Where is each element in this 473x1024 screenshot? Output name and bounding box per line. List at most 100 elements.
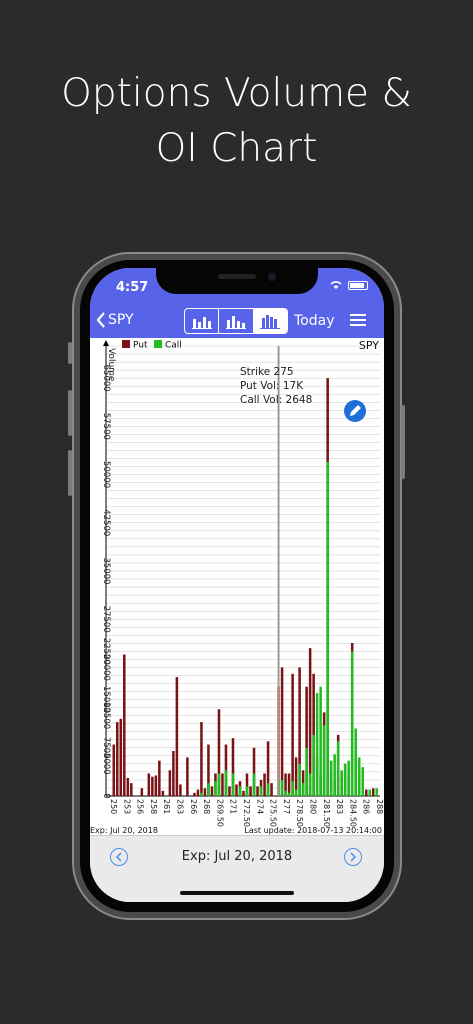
- power-button: [401, 405, 405, 479]
- status-time: 4:57: [116, 280, 149, 295]
- y-tick-label: 42500: [101, 509, 111, 536]
- call-bar: [322, 725, 326, 796]
- call-bar: [252, 773, 256, 796]
- put-bar: [249, 786, 252, 796]
- chevron-left-icon: [96, 312, 105, 328]
- app-screen: 4:57 SPY Today 0 5000 7500 12500 15000 20000 2…: [90, 268, 384, 902]
- notch: [156, 268, 318, 294]
- volume-up-button: [68, 390, 72, 436]
- x-tick-label: 258: [149, 799, 158, 814]
- stacked-bar-icon: [225, 316, 246, 329]
- status-icons: [329, 280, 368, 290]
- put-bar: [130, 783, 133, 796]
- call-bar: [357, 757, 361, 796]
- call-bar: [238, 786, 242, 796]
- bar-chart-option[interactable]: [185, 309, 220, 333]
- call-bar: [336, 741, 340, 796]
- call-bar: [200, 792, 203, 796]
- call-bar: [291, 781, 294, 796]
- x-tick-label: 263: [176, 799, 185, 814]
- put-bar: [291, 673, 294, 796]
- call-bar: [354, 728, 357, 796]
- call-bar: [340, 770, 343, 796]
- tooltip-strike: Strike 275: [240, 366, 294, 378]
- put-bar: [210, 786, 214, 796]
- list-icon[interactable]: [350, 314, 366, 326]
- home-indicator: [180, 891, 294, 895]
- chart-type-segmented-control[interactable]: [184, 308, 288, 334]
- y-axis-label: Volume: [106, 348, 116, 382]
- put-bar: [119, 718, 123, 796]
- call-bar: [305, 747, 308, 796]
- put-bar: [116, 722, 119, 796]
- mute-switch: [68, 342, 72, 364]
- bottom-bar: Exp: Jul 20, 2018: [90, 835, 384, 902]
- put-bar: [172, 751, 175, 796]
- call-bar: [343, 763, 347, 796]
- put-bar: [147, 773, 151, 796]
- tooltip-call-vol: Call Vol: 2648: [240, 394, 312, 406]
- x-tick-label: 253: [122, 799, 131, 814]
- put-bar: [196, 789, 200, 796]
- put-bar: [371, 788, 375, 796]
- call-bar: [224, 770, 228, 796]
- call-bar: [315, 693, 319, 796]
- x-tick-label: 250: [109, 799, 118, 814]
- symbol-label: SPY: [359, 339, 379, 352]
- call-bar: [245, 786, 249, 796]
- call-bar: [284, 790, 287, 796]
- put-bar: [168, 770, 172, 796]
- volume-chart[interactable]: 0 5000 7500 12500 15000 20000 22500 27500 35000 4…: [90, 338, 384, 835]
- back-label: SPY: [108, 312, 134, 328]
- x-tick-label: 272.50: [242, 799, 251, 827]
- today-button[interactable]: Today: [294, 313, 335, 329]
- y-tick-label: 57500: [101, 413, 111, 440]
- put-bar: [154, 775, 158, 796]
- put-bar: [256, 786, 259, 796]
- put-bar: [200, 722, 203, 796]
- y-tick-label: 35000: [101, 557, 111, 584]
- call-bar: [259, 786, 263, 796]
- put-bar: [123, 654, 126, 796]
- put-bar: [270, 783, 273, 796]
- call-bar: [266, 783, 270, 796]
- volume-down-button: [68, 450, 72, 496]
- put-bar: [221, 773, 224, 796]
- put-bar: [140, 788, 144, 796]
- put-bar: [161, 790, 165, 796]
- call-bar: [361, 767, 364, 796]
- y-tick-label: 50000: [101, 461, 111, 488]
- call-bar: [280, 779, 284, 796]
- x-tick-label: 277: [282, 799, 291, 814]
- x-tick-label: 256: [136, 799, 145, 814]
- put-bar: [175, 677, 179, 796]
- call-bar: [294, 789, 298, 796]
- next-expiry-button[interactable]: [344, 848, 362, 866]
- stacked-bar-option[interactable]: [219, 309, 254, 333]
- call-bar: [375, 788, 379, 796]
- call-bar: [312, 734, 315, 796]
- put-bar: [228, 786, 231, 796]
- x-tick-label: 280: [309, 799, 318, 814]
- x-tick-label: 281.50: [322, 799, 331, 827]
- x-tick-label: 269.50: [215, 799, 224, 827]
- put-bar: [126, 778, 130, 796]
- grouped-bar-option[interactable]: [253, 309, 287, 333]
- speaker-grille: [218, 274, 256, 279]
- call-bar: [301, 783, 305, 796]
- call-bar: [207, 783, 210, 796]
- back-button[interactable]: SPY: [96, 312, 134, 328]
- put-bar: [179, 784, 182, 796]
- chevron-right-icon: [350, 852, 357, 862]
- front-camera: [268, 273, 276, 281]
- legend-call-swatch: [154, 340, 162, 348]
- put-bar: [112, 744, 116, 796]
- put-bar: [364, 789, 368, 796]
- x-tick-label: 283: [335, 799, 344, 814]
- call-bar: [350, 651, 354, 796]
- x-tick-label: 261: [162, 799, 171, 814]
- put-bar: [280, 667, 284, 796]
- call-bar: [326, 461, 329, 796]
- chart-svg[interactable]: 0500075001250015000200002250027500350004…: [90, 338, 384, 835]
- y-tick-label: 7500: [101, 737, 111, 759]
